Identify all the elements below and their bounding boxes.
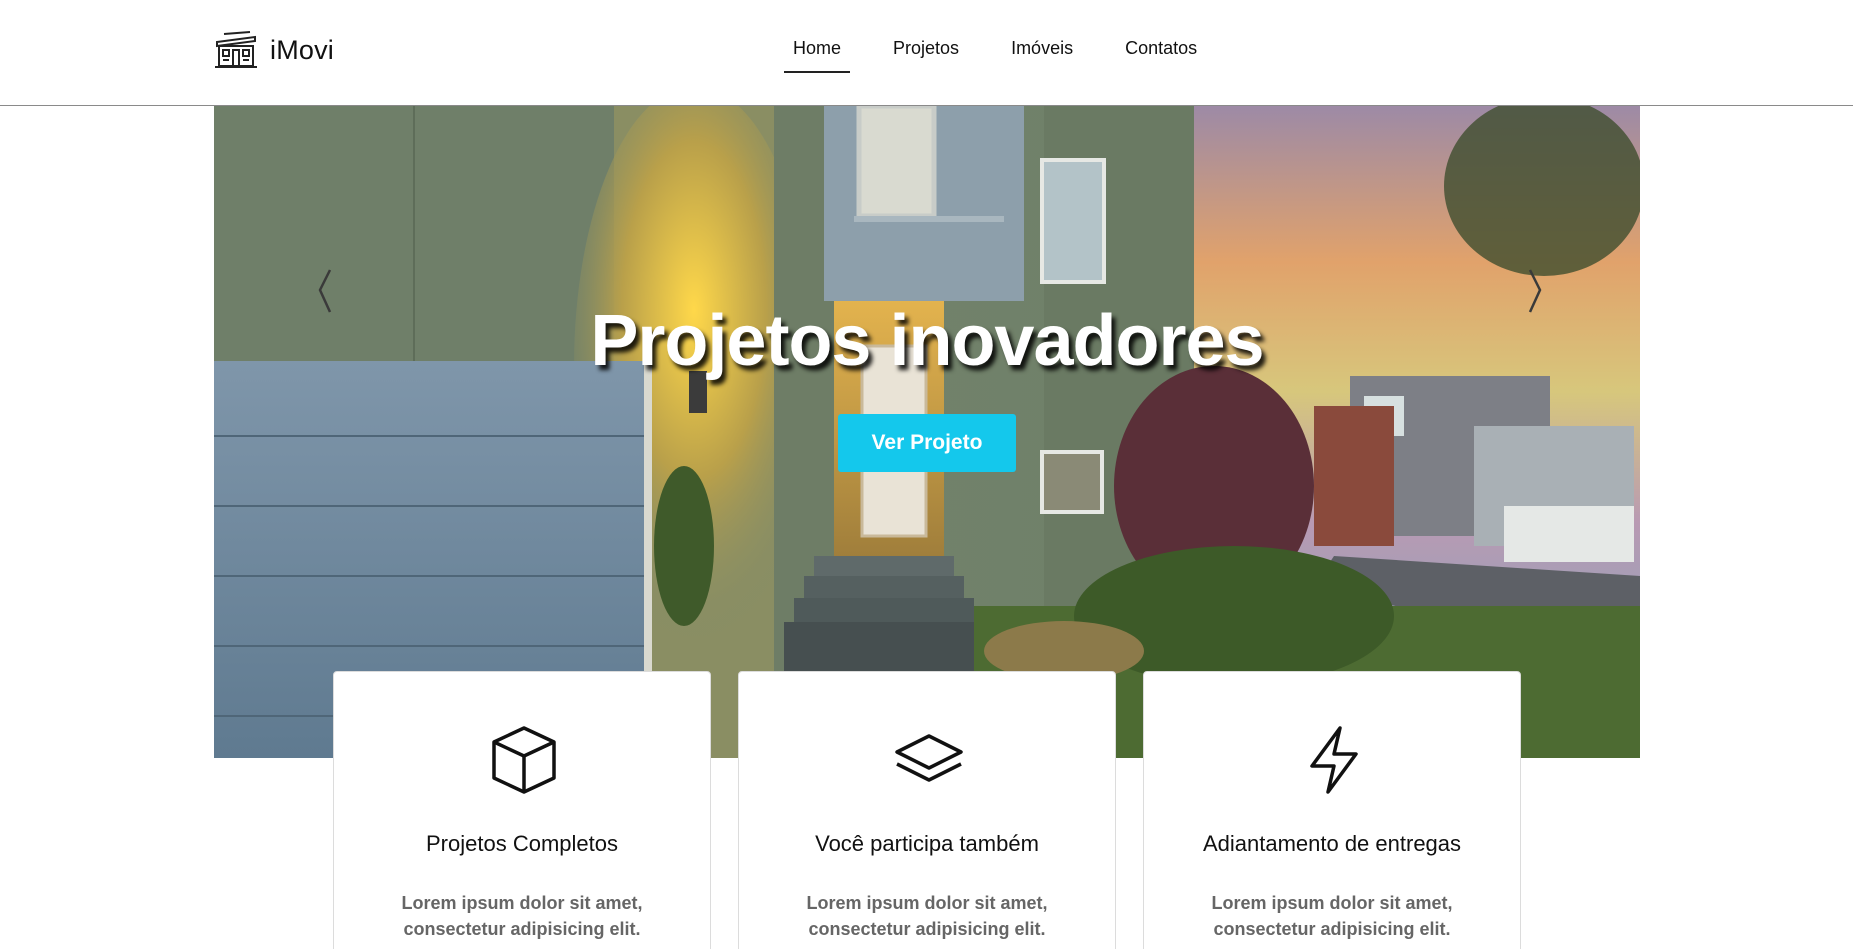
brand[interactable]: iMovi <box>214 30 334 70</box>
layers-icon <box>895 734 963 782</box>
nav-item-home[interactable]: Home <box>784 30 851 73</box>
nav-item-imoveis[interactable]: Imóveis <box>1002 30 1082 73</box>
main-nav: Home Projetos Imóveis Contatos <box>784 30 1240 73</box>
feature-title: Projetos Completos <box>426 831 618 856</box>
feature-card: Você participa também Lorem ipsum dolor … <box>738 671 1116 949</box>
box-icon <box>492 726 556 794</box>
building-icon <box>215 31 257 68</box>
hero-carousel: Projetos inovadores Ver Projeto <box>214 106 1640 758</box>
brand-name: iMovi <box>270 34 335 65</box>
nav-item-contatos[interactable]: Contatos <box>1116 30 1206 73</box>
site-header: iMovi Home Projetos Imóveis Contatos <box>0 0 1853 106</box>
features-section: Projetos Completos Lorem ipsum dolor sit… <box>333 671 1521 949</box>
view-project-button[interactable]: Ver Projeto <box>838 414 1016 472</box>
feature-text: Lorem ipsum dolor sit amet, consectetur … <box>1211 893 1453 939</box>
feature-card: Adiantamento de entregas Lorem ipsum dol… <box>1143 671 1521 949</box>
hero-title: Projetos inovadores <box>590 301 1264 381</box>
feature-title: Você participa também <box>815 831 1039 856</box>
feature-card: Projetos Completos Lorem ipsum dolor sit… <box>333 671 711 949</box>
feature-text: Lorem ipsum dolor sit amet, consectetur … <box>806 893 1048 939</box>
nav-item-projetos[interactable]: Projetos <box>884 30 968 73</box>
lightning-icon <box>1310 726 1358 794</box>
feature-title: Adiantamento de entregas <box>1202 831 1462 856</box>
feature-text: Lorem ipsum dolor sit amet, consectetur … <box>401 893 643 939</box>
